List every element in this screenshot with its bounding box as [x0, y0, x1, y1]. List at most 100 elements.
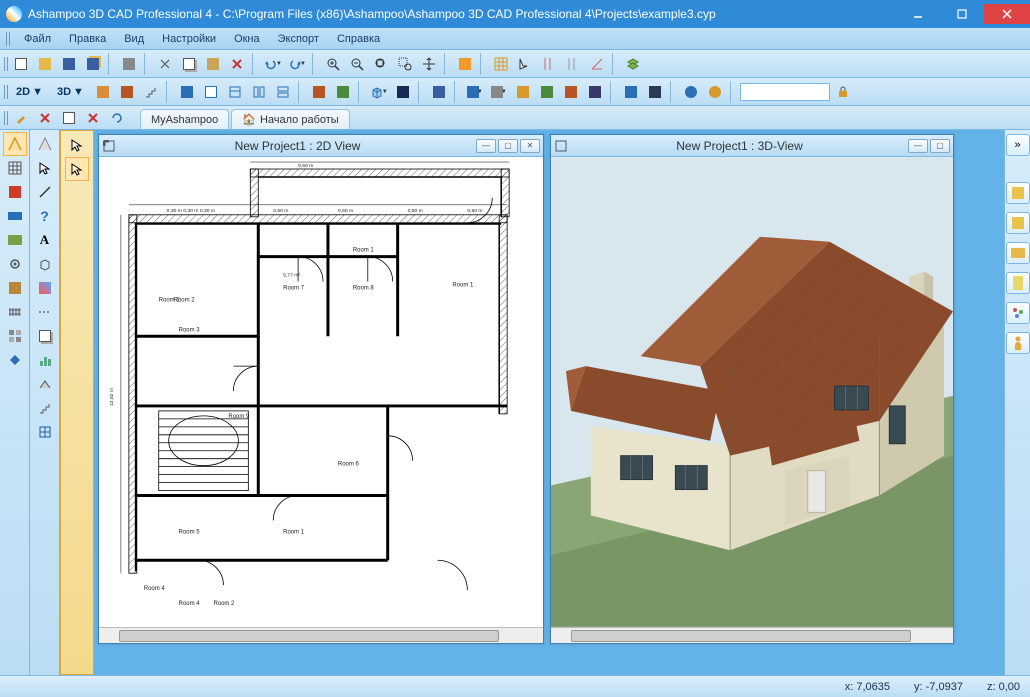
floor-5-icon[interactable] — [272, 81, 294, 103]
tree-icon[interactable] — [1006, 302, 1030, 324]
wall-blue-icon[interactable] — [3, 204, 27, 228]
nav-b-icon[interactable] — [33, 132, 57, 156]
iso-icon[interactable] — [33, 252, 57, 276]
view-3d-button[interactable]: 3D▼ — [51, 82, 90, 102]
fence-icon[interactable] — [3, 300, 27, 324]
texture-icon[interactable] — [3, 276, 27, 300]
dim-b-icon[interactable] — [644, 81, 666, 103]
view-2d-button[interactable]: 2D▼ — [10, 82, 49, 102]
wall-red-icon[interactable] — [3, 180, 27, 204]
subwin-min-button[interactable]: — — [908, 139, 928, 153]
cursor2-icon[interactable] — [33, 156, 57, 180]
floor-3-icon[interactable] — [224, 81, 246, 103]
menu-help[interactable]: Справка — [329, 31, 388, 47]
view-iso-icon[interactable] — [308, 81, 330, 103]
undo-icon[interactable]: ▼ — [262, 53, 284, 75]
floorplan-canvas[interactable]: Room 1 Room 2 Room 2 Room 3 Room 4 Room … — [99, 157, 543, 627]
surface-icon[interactable] — [3, 228, 27, 252]
redo-icon[interactable]: ▼ — [286, 53, 308, 75]
paint-icon[interactable] — [33, 276, 57, 300]
select-box-icon[interactable] — [65, 157, 89, 181]
material-c-icon[interactable] — [560, 81, 582, 103]
print-icon[interactable] — [118, 53, 140, 75]
tab-myashampoo[interactable]: MyAshampoo — [140, 109, 229, 129]
color-drop-icon[interactable]: ▼ — [488, 81, 510, 103]
line-icon[interactable] — [33, 180, 57, 204]
tile-icon[interactable] — [3, 324, 27, 348]
menu-view[interactable]: Вид — [116, 31, 152, 47]
walls-icon[interactable] — [92, 81, 114, 103]
subwin-close-button[interactable]: ✕ — [520, 139, 540, 153]
catalog-a-icon[interactable] — [1006, 182, 1030, 204]
stairs2-icon[interactable] — [33, 396, 57, 420]
subwin-tool-icon[interactable] — [551, 140, 571, 152]
shape-blue-icon[interactable] — [3, 348, 27, 372]
menu-settings[interactable]: Настройки — [154, 31, 224, 47]
delete-sm-icon[interactable] — [82, 107, 104, 129]
pan-icon[interactable] — [418, 53, 440, 75]
toggle-ortho-icon[interactable] — [454, 53, 476, 75]
person-icon[interactable] — [704, 81, 726, 103]
grid-icon[interactable] — [490, 53, 512, 75]
floor-2-icon[interactable] — [200, 81, 222, 103]
cut-icon[interactable] — [154, 53, 176, 75]
qmark-icon[interactable]: ? — [33, 204, 57, 228]
grid-sm-icon[interactable] — [3, 156, 27, 180]
lock-icon[interactable] — [832, 81, 854, 103]
hammer-icon[interactable] — [10, 107, 32, 129]
subwin-tool-icon[interactable] — [99, 140, 119, 152]
save-icon[interactable] — [58, 53, 80, 75]
snap-lines-icon[interactable] — [538, 53, 560, 75]
tab-start[interactable]: 🏠Начало работы — [231, 109, 349, 129]
menu-file[interactable]: Файл — [16, 31, 59, 47]
subwin-max-button[interactable]: ▢ — [930, 139, 950, 153]
shade-icon[interactable] — [392, 81, 414, 103]
3d-canvas[interactable] — [551, 157, 953, 627]
zoom-region-icon[interactable] — [394, 53, 416, 75]
expand-icon[interactable]: » — [1006, 134, 1030, 156]
save-as-icon[interactable] — [82, 53, 104, 75]
gear-icon[interactable] — [3, 252, 27, 276]
zoom-fit-icon[interactable] — [370, 53, 392, 75]
wand-icon[interactable] — [34, 107, 56, 129]
color-fill-icon[interactable]: ▼ — [464, 81, 486, 103]
subwin-3d-hscroll[interactable] — [551, 627, 953, 643]
catalog-b-icon[interactable] — [1006, 212, 1030, 234]
zoom-in-icon[interactable] — [322, 53, 344, 75]
copy-icon[interactable] — [178, 53, 200, 75]
globe-icon[interactable] — [680, 81, 702, 103]
material-b-icon[interactable] — [536, 81, 558, 103]
menu-export[interactable]: Экспорт — [270, 31, 327, 47]
chart-icon[interactable] — [33, 348, 57, 372]
paste-icon[interactable] — [202, 53, 224, 75]
dash-icon[interactable] — [33, 300, 57, 324]
snap-lines2-icon[interactable] — [562, 53, 584, 75]
furniture-icon[interactable] — [584, 81, 606, 103]
menu-windows[interactable]: Окна — [226, 31, 268, 47]
new-icon[interactable] — [10, 53, 32, 75]
maximize-button[interactable] — [940, 4, 984, 24]
menu-edit[interactable]: Правка — [61, 31, 114, 47]
cursor-snap-icon[interactable] — [514, 53, 536, 75]
close-button[interactable] — [984, 4, 1030, 24]
box-icon[interactable] — [58, 107, 80, 129]
clipboard-icon[interactable] — [1006, 272, 1030, 294]
snap-angle-icon[interactable] — [586, 53, 608, 75]
minimize-button[interactable] — [896, 4, 940, 24]
subwindow-2d-titlebar[interactable]: New Project1 : 2D View — ▢ ✕ — [99, 135, 543, 157]
material-a-icon[interactable] — [512, 81, 534, 103]
window2-icon[interactable] — [33, 420, 57, 444]
person-y-icon[interactable] — [1006, 332, 1030, 354]
subwindow-3d-titlebar[interactable]: New Project1 : 3D-View — ▢ — [551, 135, 953, 157]
subwin-max-button[interactable]: ▢ — [498, 139, 518, 153]
subwin-2d-hscroll[interactable] — [99, 627, 543, 643]
dim-a-icon[interactable] — [620, 81, 642, 103]
nav-a-icon[interactable] — [3, 132, 27, 156]
cube-icon[interactable]: ▼ — [368, 81, 390, 103]
refresh-icon[interactable] — [106, 107, 128, 129]
layers-icon[interactable] — [622, 53, 644, 75]
copy2-icon[interactable] — [33, 324, 57, 348]
subwin-min-button[interactable]: — — [476, 139, 496, 153]
stairs-icon[interactable] — [140, 81, 162, 103]
view-persp-icon[interactable] — [332, 81, 354, 103]
